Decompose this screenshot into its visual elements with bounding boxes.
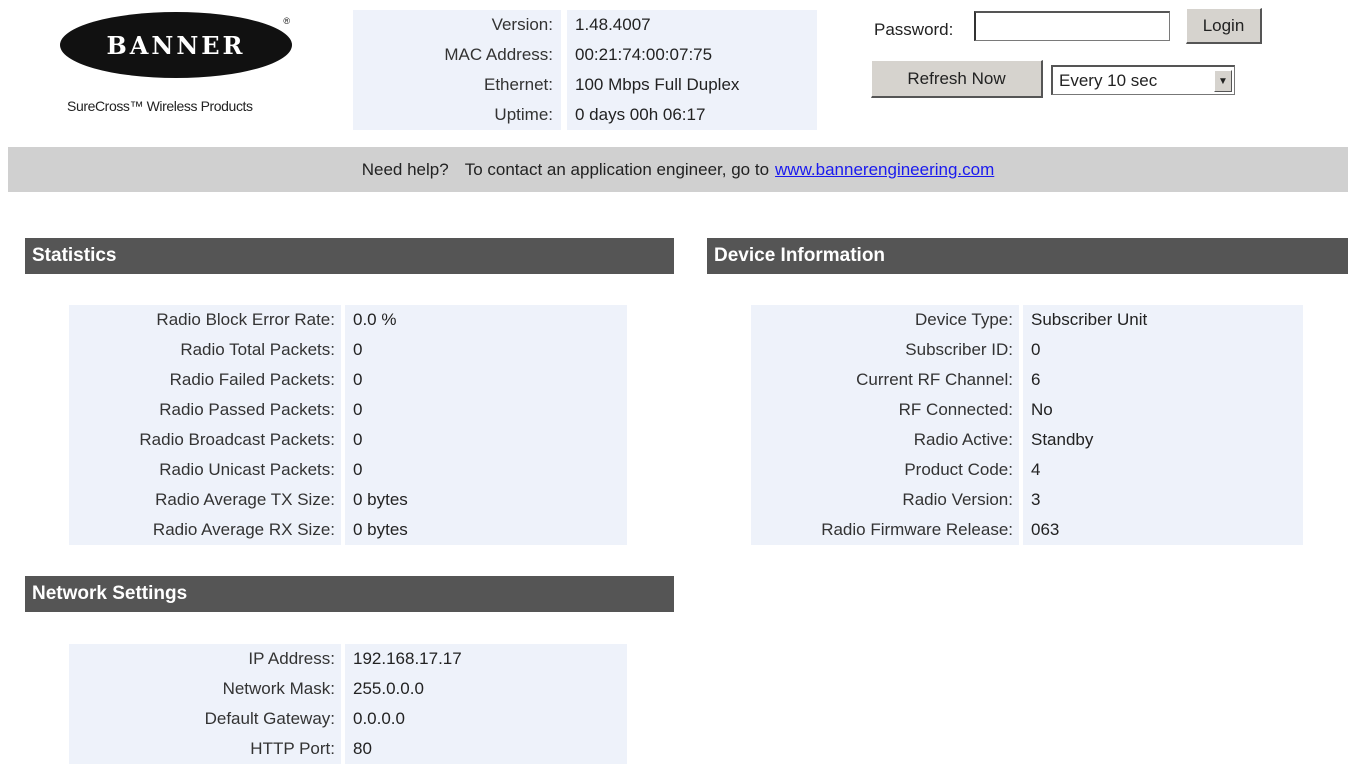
version-info-table: Version: 1.48.4007 MAC Address: 00:21:74…	[353, 10, 817, 130]
table-row: Radio Version: 3	[751, 485, 1303, 515]
device-information-header: Device Information	[707, 238, 1348, 274]
network-label: Default Gateway:	[69, 704, 341, 734]
mac-address-row: MAC Address: 00:21:74:00:07:75	[353, 40, 817, 70]
device-label: Subscriber ID:	[751, 335, 1019, 365]
logo-oval: BANNER ®	[60, 12, 292, 78]
banner-engineering-link[interactable]: www.bannerengineering.com	[775, 160, 994, 180]
stat-label: Radio Passed Packets:	[69, 395, 341, 425]
login-button[interactable]: Login	[1186, 8, 1262, 44]
mac-address-value: 00:21:74:00:07:75	[567, 40, 817, 70]
registered-mark: ®	[283, 16, 290, 26]
table-row: Radio Firmware Release: 063	[751, 515, 1303, 545]
device-label: RF Connected:	[751, 395, 1019, 425]
device-label: Radio Version:	[751, 485, 1019, 515]
table-row: Product Code: 4	[751, 455, 1303, 485]
device-label: Current RF Channel:	[751, 365, 1019, 395]
statistics-header: Statistics	[25, 238, 674, 274]
uptime-row: Uptime: 0 days 00h 06:17	[353, 100, 817, 130]
network-value: 192.168.17.17	[345, 644, 627, 674]
table-row: Current RF Channel: 6	[751, 365, 1303, 395]
table-row: Radio Passed Packets: 0	[69, 395, 627, 425]
statistics-table: Radio Block Error Rate: 0.0 % Radio Total…	[69, 305, 627, 545]
stat-label: Radio Unicast Packets:	[69, 455, 341, 485]
table-row: IP Address: 192.168.17.17	[69, 644, 627, 674]
stat-value: 0 bytes	[345, 515, 627, 545]
table-row: RF Connected: No	[751, 395, 1303, 425]
network-value: 80	[345, 734, 627, 764]
stat-value: 0	[345, 455, 627, 485]
device-label: Device Type:	[751, 305, 1019, 335]
refresh-interval-value: Every 10 sec	[1059, 70, 1158, 90]
network-settings-header: Network Settings	[25, 576, 674, 612]
stat-label: Radio Total Packets:	[69, 335, 341, 365]
refresh-interval-select[interactable]: Every 10 sec ▼	[1051, 65, 1235, 95]
stat-value: 0	[345, 425, 627, 455]
device-value: 0	[1023, 335, 1303, 365]
network-label: HTTP Port:	[69, 734, 341, 764]
version-value: 1.48.4007	[567, 10, 817, 40]
network-label: IP Address:	[69, 644, 341, 674]
table-row: Radio Failed Packets: 0	[69, 365, 627, 395]
banner-logo: BANNER ® SureCross™ Wireless Products	[60, 12, 295, 114]
table-row: Radio Average TX Size: 0 bytes	[69, 485, 627, 515]
table-row: Radio Block Error Rate: 0.0 %	[69, 305, 627, 335]
device-value: Standby	[1023, 425, 1303, 455]
logo-text: BANNER	[106, 30, 246, 60]
version-label: Version:	[353, 10, 561, 40]
stat-label: Radio Average RX Size:	[69, 515, 341, 545]
table-row: Device Type: Subscriber Unit	[751, 305, 1303, 335]
network-value: 255.0.0.0	[345, 674, 627, 704]
table-row: Subscriber ID: 0	[751, 335, 1303, 365]
stat-value: 0	[345, 365, 627, 395]
network-label: Network Mask:	[69, 674, 341, 704]
stat-label: Radio Broadcast Packets:	[69, 425, 341, 455]
device-value: 4	[1023, 455, 1303, 485]
password-input[interactable]	[974, 11, 1170, 41]
help-bar: Need help? To contact an application eng…	[8, 147, 1348, 192]
help-text: To contact an application engineer, go t…	[464, 159, 770, 179]
table-row: Radio Average RX Size: 0 bytes	[69, 515, 627, 545]
stat-label: Radio Block Error Rate:	[69, 305, 341, 335]
table-row: Radio Unicast Packets: 0	[69, 455, 627, 485]
device-value: Subscriber Unit	[1023, 305, 1303, 335]
dropdown-arrow-icon[interactable]: ▼	[1214, 70, 1232, 92]
device-label: Radio Firmware Release:	[751, 515, 1019, 545]
stat-value: 0.0 %	[345, 305, 627, 335]
refresh-now-button[interactable]: Refresh Now	[871, 60, 1043, 98]
network-value: 0.0.0.0	[345, 704, 627, 734]
device-value: 6	[1023, 365, 1303, 395]
version-row: Version: 1.48.4007	[353, 10, 817, 40]
ethernet-row: Ethernet: 100 Mbps Full Duplex	[353, 70, 817, 100]
stat-label: Radio Average TX Size:	[69, 485, 341, 515]
device-information-table: Device Type: Subscriber Unit Subscriber I…	[751, 305, 1303, 545]
stat-value: 0	[345, 335, 627, 365]
device-label: Radio Active:	[751, 425, 1019, 455]
tagline: SureCross™ Wireless Products	[67, 98, 253, 114]
device-value: 063	[1023, 515, 1303, 545]
table-row: HTTP Port: 80	[69, 734, 627, 764]
uptime-value: 0 days 00h 06:17	[567, 100, 817, 130]
stat-label: Radio Failed Packets:	[69, 365, 341, 395]
table-row: Network Mask: 255.0.0.0	[69, 674, 627, 704]
mac-address-label: MAC Address:	[353, 40, 561, 70]
device-value: No	[1023, 395, 1303, 425]
ethernet-label: Ethernet:	[353, 70, 561, 100]
uptime-label: Uptime:	[353, 100, 561, 130]
table-row: Radio Broadcast Packets: 0	[69, 425, 627, 455]
network-settings-table: IP Address: 192.168.17.17 Network Mask: 25…	[69, 644, 627, 764]
table-row: Radio Active: Standby	[751, 425, 1303, 455]
table-row: Default Gateway: 0.0.0.0	[69, 704, 627, 734]
ethernet-value: 100 Mbps Full Duplex	[567, 70, 817, 100]
table-row: Radio Total Packets: 0	[69, 335, 627, 365]
device-label: Product Code:	[751, 455, 1019, 485]
password-label: Password:	[874, 20, 954, 39]
need-help-text: Need help?	[361, 159, 449, 179]
device-value: 3	[1023, 485, 1303, 515]
stat-value: 0	[345, 395, 627, 425]
stat-value: 0 bytes	[345, 485, 627, 515]
